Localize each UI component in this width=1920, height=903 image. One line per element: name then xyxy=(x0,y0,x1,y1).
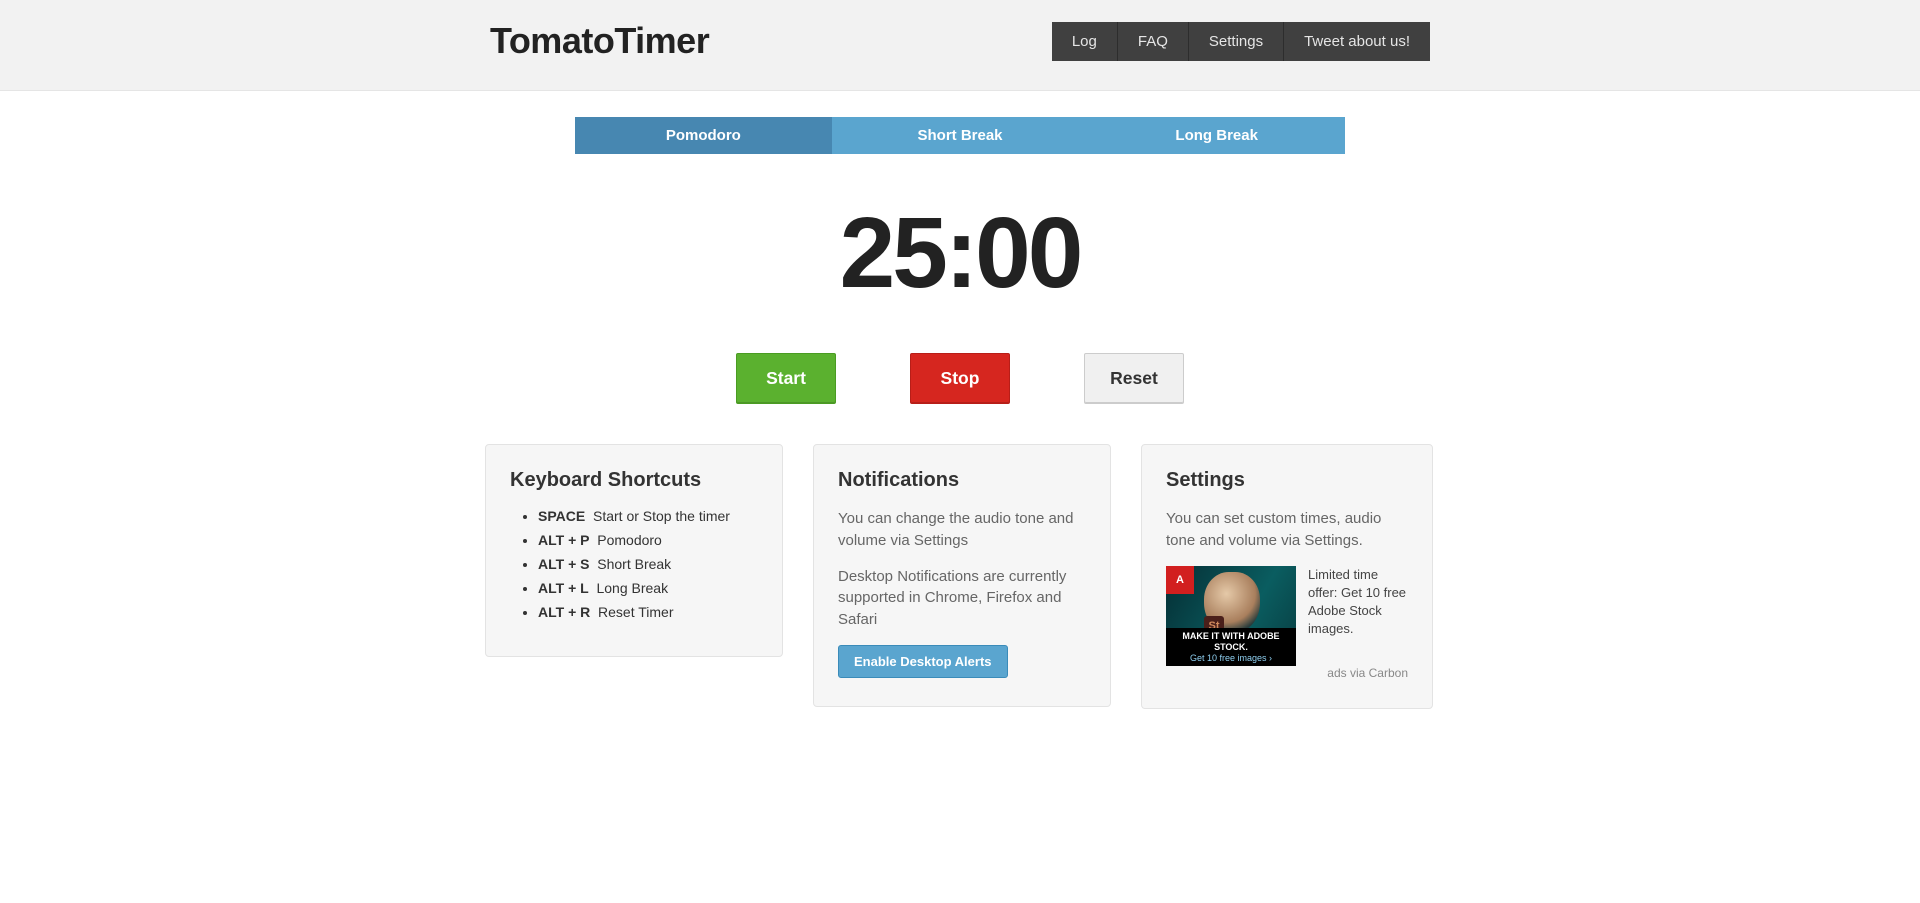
tab-long-break[interactable]: Long Break xyxy=(1088,117,1345,154)
timer-controls: Start Stop Reset xyxy=(575,353,1345,404)
carbon-ad[interactable]: A St MAKE IT WITH ADOBE STOCK. Get 10 fr… xyxy=(1166,566,1408,681)
notifications-title: Notifications xyxy=(838,469,1086,492)
shortcut-item: ALT + R Reset Timer xyxy=(538,604,758,620)
notifications-text-2: Desktop Notifications are currently supp… xyxy=(838,566,1086,631)
brand-title: TomatoTimer xyxy=(490,20,709,62)
nav-log[interactable]: Log xyxy=(1052,22,1118,61)
notifications-text-1: You can change the audio tone and volume… xyxy=(838,508,1086,552)
ad-text: Limited time offer: Get 10 free Adobe St… xyxy=(1308,566,1408,639)
start-button[interactable]: Start xyxy=(736,353,836,404)
settings-title: Settings xyxy=(1166,469,1408,492)
shortcut-item: SPACE Start or Stop the timer xyxy=(538,508,758,524)
enable-desktop-alerts-button[interactable]: Enable Desktop Alerts xyxy=(838,645,1008,678)
nav-settings[interactable]: Settings xyxy=(1189,22,1284,61)
top-nav: Log FAQ Settings Tweet about us! xyxy=(1052,22,1430,61)
panel-shortcuts: Keyboard Shortcuts SPACE Start or Stop t… xyxy=(485,444,783,657)
settings-desc: You can set custom times, audio tone and… xyxy=(1166,508,1408,552)
tab-short-break[interactable]: Short Break xyxy=(832,117,1089,154)
shortcut-item: ALT + S Short Break xyxy=(538,556,758,572)
shortcuts-list: SPACE Start or Stop the timer ALT + P Po… xyxy=(510,508,758,620)
tab-pomodoro[interactable]: Pomodoro xyxy=(575,117,832,154)
panel-settings: Settings You can set custom times, audio… xyxy=(1141,444,1433,709)
stop-button[interactable]: Stop xyxy=(910,353,1010,404)
timer-display: 25:00 xyxy=(575,196,1345,311)
shortcuts-title: Keyboard Shortcuts xyxy=(510,469,758,492)
timer-tabs: Pomodoro Short Break Long Break xyxy=(575,117,1345,154)
adobe-logo-icon: A xyxy=(1166,566,1194,594)
topbar: TomatoTimer Log FAQ Settings Tweet about… xyxy=(0,0,1920,91)
shortcut-item: ALT + L Long Break xyxy=(538,580,758,596)
reset-button[interactable]: Reset xyxy=(1084,353,1184,404)
panel-notifications: Notifications You can change the audio t… xyxy=(813,444,1111,707)
ad-image: A St MAKE IT WITH ADOBE STOCK. Get 10 fr… xyxy=(1166,566,1296,666)
nav-faq[interactable]: FAQ xyxy=(1118,22,1189,61)
ad-caption: MAKE IT WITH ADOBE STOCK. Get 10 free im… xyxy=(1166,628,1296,665)
ad-via[interactable]: ads via Carbon xyxy=(1308,666,1408,680)
shortcut-item: ALT + P Pomodoro xyxy=(538,532,758,548)
nav-tweet[interactable]: Tweet about us! xyxy=(1284,22,1430,61)
